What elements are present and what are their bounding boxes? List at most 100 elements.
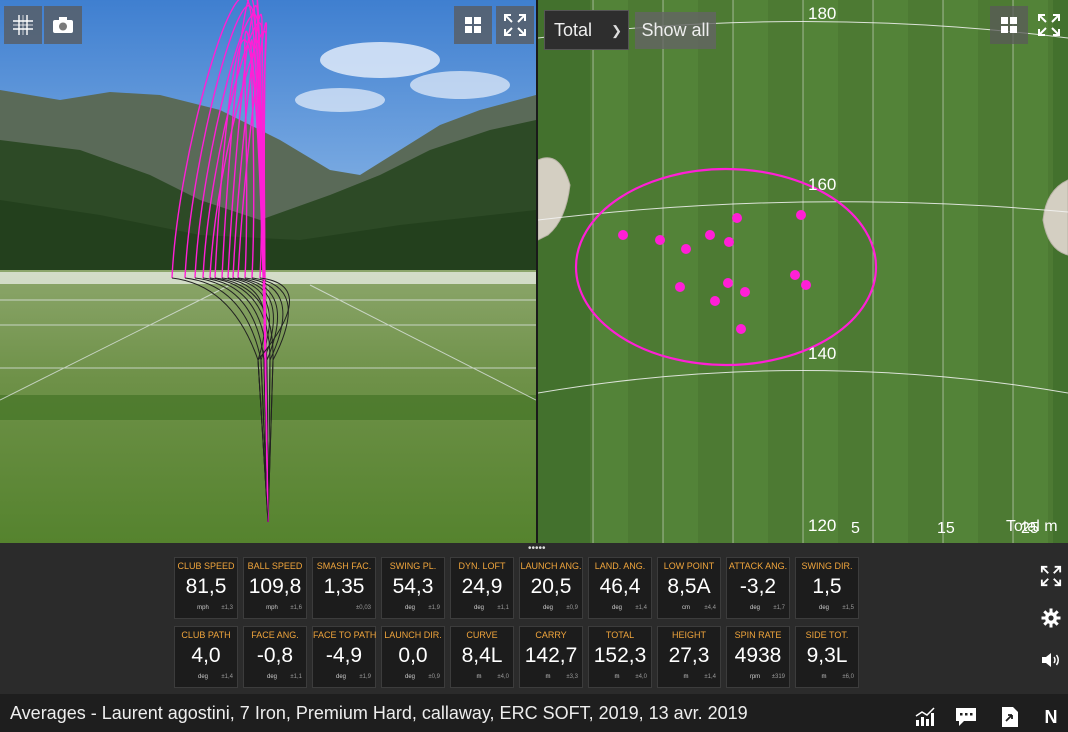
metric-deviation: ±4,4 xyxy=(704,605,716,611)
right-fullscreen-button[interactable] xyxy=(1030,6,1068,44)
metric-tile[interactable]: HEIGHT 27,3 m ±1,4 xyxy=(657,626,721,688)
range-3d-view[interactable] xyxy=(0,0,536,543)
metric-value: 1,5 xyxy=(812,575,842,598)
session-summary: Averages - Laurent agostini, 7 Iron, Pre… xyxy=(10,703,748,723)
layout-button[interactable] xyxy=(454,6,492,44)
metric-tile[interactable]: LAUNCH ANG. 20,5 deg ±0,9 xyxy=(519,557,583,619)
metric-tile[interactable]: CARRY 142,7 m ±3,3 xyxy=(519,626,583,688)
metric-tile[interactable]: LOW POINT 8,5A cm ±4,4 xyxy=(657,557,721,619)
right-layout-button[interactable] xyxy=(990,6,1028,44)
metric-tile[interactable]: CURVE 8,4L m ±4,0 xyxy=(450,626,514,688)
metric-select-value: Total xyxy=(554,19,593,40)
metric-label: LOW POINT xyxy=(663,561,715,571)
metric-label: SWING DIR. xyxy=(801,561,853,571)
metric-label: SPIN RATE xyxy=(734,630,782,640)
fullscreen-button[interactable] xyxy=(496,6,534,44)
metric-label: BALL SPEED xyxy=(247,561,303,571)
status-bar: Averages - Laurent agostini, 7 Iron, Pre… xyxy=(0,694,1068,732)
metric-deviation: ±1,4 xyxy=(704,674,716,680)
metric-value: 20,5 xyxy=(530,575,572,598)
metric-deviation: ±1,4 xyxy=(221,674,233,680)
chart-button[interactable] xyxy=(914,706,936,728)
metric-value: 142,7 xyxy=(524,644,578,667)
metric-deviation: ±4,0 xyxy=(635,674,647,680)
shot-landing-dot xyxy=(705,230,715,240)
metric-tile[interactable]: SWING PL. 54,3 deg ±1,9 xyxy=(381,557,445,619)
metric-label: FACE ANG. xyxy=(251,630,299,640)
yard-label-180: 180 xyxy=(808,4,837,23)
shot-landing-dot xyxy=(736,324,746,334)
metric-label: ATTACK ANG. xyxy=(728,561,788,571)
volume-button[interactable] xyxy=(1039,648,1063,672)
metric-value: 8,5A xyxy=(667,575,711,598)
metric-tile[interactable]: SWING DIR. 1,5 deg ±1,5 xyxy=(795,557,859,619)
expand-icon xyxy=(1038,14,1060,36)
north-button[interactable]: N xyxy=(1040,706,1062,728)
export-button[interactable] xyxy=(999,706,1021,728)
metric-value: -3,2 xyxy=(739,575,777,598)
shot-landing-dot xyxy=(710,296,720,306)
layout-grid-icon xyxy=(465,17,481,33)
metric-value: 46,4 xyxy=(599,575,641,598)
metric-deviation: ±0,03 xyxy=(356,605,371,611)
metric-value: -4,9 xyxy=(325,644,363,667)
grid-toggle-button[interactable] xyxy=(4,6,42,44)
shot-landing-dot xyxy=(724,237,734,247)
metric-deviation: ±1,5 xyxy=(842,605,854,611)
shot-landing-dot xyxy=(732,213,742,223)
export-icon xyxy=(1002,707,1018,727)
metric-tile[interactable]: CLUB SPEED 81,5 mph ±1,3 xyxy=(174,557,238,619)
expand-icon xyxy=(504,14,526,36)
metric-deviation: ±1,7 xyxy=(773,605,785,611)
shot-landing-dot xyxy=(618,230,628,240)
shot-landing-dot xyxy=(723,278,733,288)
metric-value: 81,5 xyxy=(185,575,227,598)
show-all-button[interactable]: Show all xyxy=(635,12,716,49)
settings-button[interactable] xyxy=(1039,606,1063,630)
comment-icon xyxy=(956,708,976,726)
panel-expand-button[interactable] xyxy=(1039,564,1063,588)
metric-label: LAND. ANG. xyxy=(594,561,646,571)
metric-label: DYN. LOFT xyxy=(458,561,506,571)
metric-tile[interactable]: FACE ANG. -0,8 deg ±1,1 xyxy=(243,626,307,688)
metric-tile[interactable]: SIDE TOT. 9,3L m ±6,0 xyxy=(795,626,859,688)
yard-label-140: 140 xyxy=(808,344,837,363)
metric-select[interactable]: Total ❯ xyxy=(544,10,629,50)
metric-deviation: ±1,1 xyxy=(290,674,302,680)
camera-button[interactable] xyxy=(44,6,82,44)
metric-label: LAUNCH ANG. xyxy=(520,561,582,571)
metric-label: SIDE TOT. xyxy=(805,630,849,640)
metric-value: 4938 xyxy=(734,644,782,667)
metric-tile[interactable]: ATTACK ANG. -3,2 deg ±1,7 xyxy=(726,557,790,619)
metric-deviation: ±3,3 xyxy=(566,674,578,680)
layout-grid-icon xyxy=(1001,17,1017,33)
metric-value: 24,9 xyxy=(461,575,503,598)
shot-landing-dot xyxy=(681,244,691,254)
metric-tile[interactable]: BALL SPEED 109,8 mph ±1,6 xyxy=(243,557,307,619)
axis-label-5: 5 xyxy=(851,520,860,537)
metric-tile[interactable]: SPIN RATE 4938 rpm ±319 xyxy=(726,626,790,688)
gear-icon xyxy=(1041,608,1061,628)
metric-deviation: ±1,3 xyxy=(221,605,233,611)
shot-landing-dot xyxy=(790,270,800,280)
metric-tile[interactable]: CLUB PATH 4,0 deg ±1,4 xyxy=(174,626,238,688)
metric-deviation: ±0,9 xyxy=(428,674,440,680)
shot-landing-dot xyxy=(740,287,750,297)
yard-label-160: 160 xyxy=(808,175,837,194)
metric-tile[interactable]: FACE TO PATH -4,9 deg ±1,9 xyxy=(312,626,376,688)
metric-tile[interactable]: TOTAL 152,3 m ±4,0 xyxy=(588,626,652,688)
shot-landing-dot xyxy=(655,235,665,245)
dispersion-view[interactable] xyxy=(538,0,1068,543)
metric-tile[interactable]: DYN. LOFT 24,9 deg ±1,1 xyxy=(450,557,514,619)
resize-handle[interactable]: ••••• xyxy=(528,544,546,554)
metric-value: 54,3 xyxy=(392,575,434,598)
metric-label: FACE TO PATH xyxy=(313,630,377,640)
metric-tile[interactable]: SMASH FAC. 1,35 ±0,03 xyxy=(312,557,376,619)
metric-tile[interactable]: LAUNCH DIR. 0,0 deg ±0,9 xyxy=(381,626,445,688)
metric-value: 152,3 xyxy=(593,644,647,667)
metric-deviation: ±1,4 xyxy=(635,605,647,611)
metric-tile[interactable]: LAND. ANG. 46,4 deg ±1,4 xyxy=(588,557,652,619)
metric-deviation: ±1,6 xyxy=(290,605,302,611)
comment-button[interactable] xyxy=(955,706,977,728)
grid-icon xyxy=(13,15,33,35)
